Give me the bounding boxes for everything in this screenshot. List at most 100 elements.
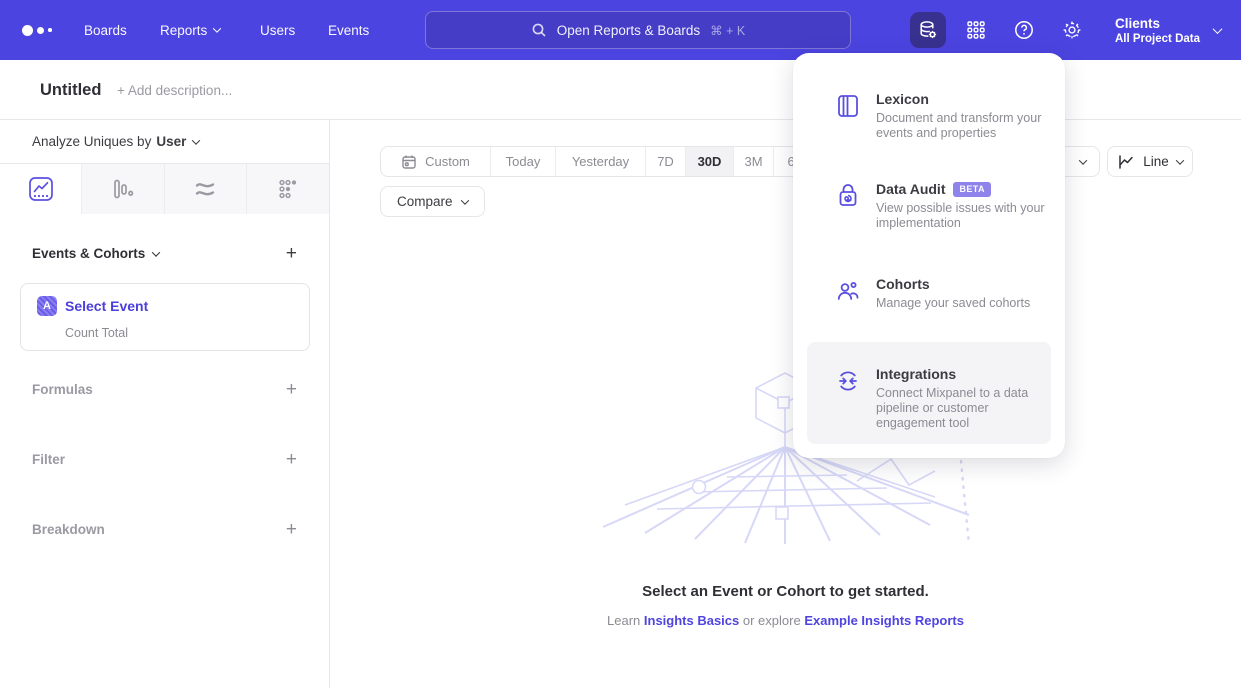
nav-users-label: Users	[260, 23, 295, 38]
integrations-icon	[835, 368, 861, 394]
chart-style-dropdown[interactable]: Line	[1107, 146, 1193, 177]
date-range-yesterday[interactable]: Yesterday	[556, 147, 646, 176]
date-range-label: Custom	[425, 154, 470, 169]
tab-metric-view[interactable]	[247, 164, 329, 214]
help-icon	[1013, 19, 1035, 41]
nav-reports-label: Reports	[160, 23, 207, 38]
menu-item-description: Connect Mixpanel to a data pipeline or c…	[876, 386, 1051, 431]
beta-badge: BETA	[953, 182, 990, 197]
help-button[interactable]	[1006, 12, 1042, 48]
date-range-label: Yesterday	[572, 154, 629, 169]
calendar-icon	[401, 154, 417, 170]
bar-chart-icon	[111, 177, 135, 201]
date-range-label: Today	[506, 154, 541, 169]
tab-insights-line[interactable]	[0, 164, 82, 214]
add-breakdown-button[interactable]: +	[286, 520, 297, 539]
formulas-label: Formulas	[32, 382, 93, 397]
subtitle-middle: or explore	[743, 613, 801, 628]
main-content: Custom Today Yesterday 7D 30D 3M 6M Comp…	[330, 120, 1241, 688]
filter-section: Filter +	[32, 450, 297, 469]
chevron-down-icon	[1176, 156, 1184, 164]
compare-dropdown[interactable]: Compare	[380, 186, 485, 217]
nav-events[interactable]: Events	[328, 0, 369, 60]
book-icon	[835, 93, 861, 119]
event-card[interactable]: A Select Event Count Total	[20, 283, 310, 351]
search-icon	[531, 22, 547, 38]
date-range-30d[interactable]: 30D	[686, 147, 734, 176]
date-range-3m[interactable]: 3M	[734, 147, 774, 176]
add-filter-button[interactable]: +	[286, 450, 297, 469]
events-cohorts-header[interactable]: Events & Cohorts	[32, 246, 159, 261]
analyze-label: Analyze Uniques by	[32, 134, 151, 149]
menu-item-description: View possible issues with your implement…	[876, 201, 1051, 231]
tab-bar-chart[interactable]	[82, 164, 164, 214]
menu-item-integrations[interactable]: Integrations Connect Mixpanel to a data …	[807, 366, 1051, 456]
metric-dots-icon	[276, 177, 300, 201]
date-range-7d[interactable]: 7D	[646, 147, 686, 176]
chevron-down-icon	[152, 248, 160, 256]
top-nav: Boards Reports Users Events Open Reports…	[0, 0, 1241, 60]
menu-item-description: Document and transform your events and p…	[876, 111, 1051, 141]
tab-stacked-chart[interactable]	[165, 164, 247, 214]
date-range-custom[interactable]: Custom	[381, 147, 491, 176]
mixpanel-app: Boards Reports Users Events Open Reports…	[0, 0, 1241, 688]
series-badge: A	[37, 296, 57, 316]
add-description-field[interactable]: + Add description...	[117, 83, 232, 98]
empty-state-title: Select an Event or Cohort to get started…	[330, 583, 1241, 600]
menu-item-lexicon[interactable]: Lexicon Document and transform your even…	[807, 91, 1051, 161]
menu-item-data-audit[interactable]: Data Audit BETA View possible issues wit…	[807, 181, 1051, 261]
menu-item-cohorts[interactable]: Cohorts Manage your saved cohorts	[807, 276, 1051, 331]
chevron-down-icon	[1213, 24, 1223, 34]
nav-reports[interactable]: Reports	[160, 0, 220, 60]
menu-item-title: Lexicon	[876, 91, 929, 107]
chevron-down-icon	[192, 136, 200, 144]
flow-chart-icon	[193, 177, 217, 201]
global-search-input[interactable]: Open Reports & Boards ⌘ + K	[425, 11, 851, 49]
data-management-menu: Lexicon Document and transform your even…	[793, 53, 1065, 458]
data-management-button[interactable]	[910, 12, 946, 48]
settings-button[interactable]	[1054, 12, 1090, 48]
date-range-label: 7D	[657, 154, 674, 169]
mixpanel-logo-icon[interactable]	[22, 22, 62, 38]
analyze-value: User	[156, 134, 186, 149]
breakdown-label: Breakdown	[32, 522, 105, 537]
report-title[interactable]: Untitled	[40, 81, 101, 100]
query-sidebar: Analyze Uniques by User	[0, 120, 330, 688]
chart-style-label: Line	[1143, 154, 1169, 169]
search-shortcut: ⌘ + K	[710, 23, 745, 38]
chevron-down-icon	[1079, 156, 1087, 164]
project-switcher[interactable]: Clients All Project Data	[1115, 10, 1221, 50]
select-event-label[interactable]: Select Event	[65, 298, 148, 314]
apps-grid-button[interactable]	[958, 12, 994, 48]
date-range-label: 30D	[698, 154, 722, 169]
nav-users[interactable]: Users	[260, 0, 295, 60]
grid-icon	[966, 20, 986, 40]
chart-type-tabs	[0, 164, 329, 214]
account-name: Clients	[1115, 15, 1200, 32]
events-cohorts-section: Events & Cohorts +	[32, 244, 297, 263]
analyze-by-dropdown[interactable]: User	[156, 134, 199, 149]
database-gear-icon	[917, 19, 939, 41]
cohorts-icon	[835, 278, 861, 304]
chevron-down-icon	[213, 24, 221, 32]
example-reports-link[interactable]: Example Insights Reports	[804, 613, 964, 628]
compare-label: Compare	[397, 194, 453, 209]
add-event-button[interactable]: +	[286, 244, 297, 263]
line-chart-icon	[1117, 153, 1135, 171]
filter-label: Filter	[32, 452, 65, 467]
audit-icon	[835, 183, 861, 209]
line-chart-icon	[28, 176, 54, 202]
date-range-today[interactable]: Today	[491, 147, 556, 176]
menu-item-title: Data Audit	[876, 181, 945, 197]
count-total-dropdown[interactable]: Count Total	[65, 326, 128, 340]
menu-item-title: Integrations	[876, 366, 956, 382]
breakdown-section: Breakdown +	[32, 520, 297, 539]
nav-boards[interactable]: Boards	[84, 0, 127, 60]
insights-basics-link[interactable]: Insights Basics	[644, 613, 739, 628]
chevron-down-icon	[460, 196, 468, 204]
nav-events-label: Events	[328, 23, 369, 38]
add-formula-button[interactable]: +	[286, 380, 297, 399]
search-placeholder: Open Reports & Boards	[557, 23, 700, 38]
formulas-section: Formulas +	[32, 380, 297, 399]
nav-boards-label: Boards	[84, 23, 127, 38]
